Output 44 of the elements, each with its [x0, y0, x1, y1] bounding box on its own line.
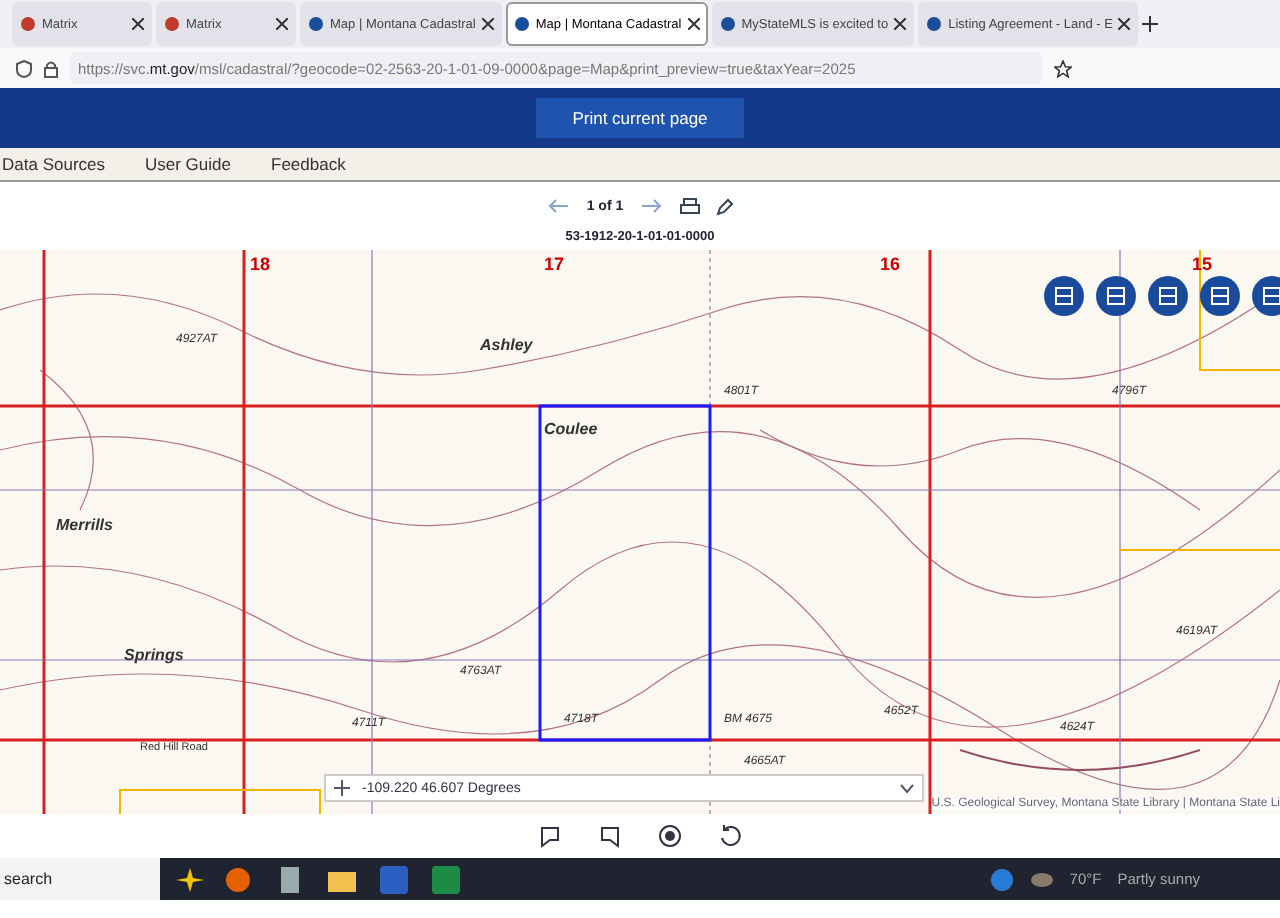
- nav-link[interactable]: Feedback: [271, 154, 346, 174]
- map-label: Ashley: [480, 336, 533, 354]
- cloud-icon: [1029, 870, 1054, 888]
- new-tab-icon[interactable]: [1142, 16, 1159, 32]
- previous-arrow-icon[interactable]: [546, 198, 571, 214]
- pan-right-button[interactable]: [598, 824, 622, 848]
- site-icon: [308, 16, 324, 32]
- star-icon[interactable]: [1054, 59, 1072, 77]
- site-icon: [513, 16, 530, 32]
- center-button[interactable]: [658, 824, 682, 848]
- site-icon: [719, 16, 736, 32]
- map-label: 17: [544, 254, 565, 274]
- site-icon: [926, 16, 943, 32]
- map-label: Coulee: [544, 420, 598, 438]
- close-icon[interactable]: [894, 18, 907, 30]
- help-icon[interactable]: [989, 867, 1014, 891]
- site-icon: [164, 16, 180, 32]
- excel-taskbar-icon[interactable]: [428, 861, 464, 897]
- nav-link[interactable]: User Guide: [145, 154, 231, 174]
- map-label: 18: [250, 254, 271, 274]
- shield-icon: [16, 59, 32, 77]
- lock-icon: [44, 59, 58, 77]
- close-icon[interactable]: [132, 18, 144, 30]
- close-icon[interactable]: [276, 18, 288, 30]
- sparkle-icon: [176, 867, 204, 891]
- print-button[interactable]: Print current page: [536, 98, 744, 138]
- chevron-down-icon[interactable]: [900, 783, 914, 793]
- close-icon[interactable]: [687, 18, 700, 30]
- pencil-icon[interactable]: [715, 197, 734, 215]
- taskbar-search-field[interactable]: search: [0, 858, 160, 900]
- next-arrow-icon[interactable]: [639, 198, 664, 214]
- reset-button[interactable]: [718, 824, 742, 848]
- close-icon[interactable]: [481, 18, 494, 30]
- map-label: 16: [880, 254, 901, 274]
- site-icon: [20, 16, 36, 32]
- printer-icon[interactable]: [679, 197, 700, 215]
- pan-left-button[interactable]: [538, 824, 562, 848]
- map-label: Merrills: [56, 516, 113, 534]
- word-taskbar-icon[interactable]: [376, 861, 412, 897]
- nav-link[interactable]: Data Sources: [2, 154, 105, 174]
- topographic-map[interactable]: [0, 250, 1280, 814]
- crosshair-icon: [334, 780, 350, 796]
- close-icon[interactable]: [1118, 18, 1131, 30]
- map-label: Springs: [124, 646, 184, 664]
